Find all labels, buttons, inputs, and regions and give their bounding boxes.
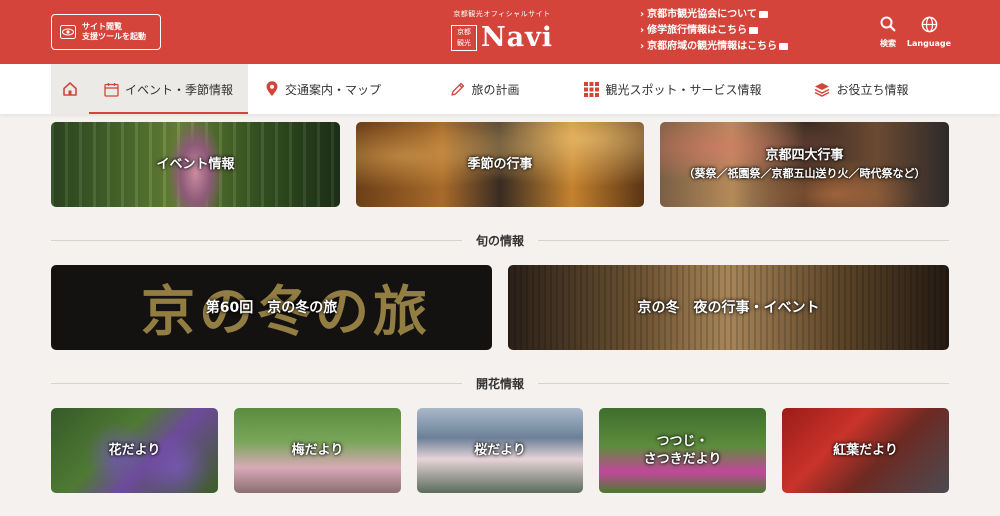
nav-item-label: 観光スポット・サービス情報 — [605, 82, 762, 97]
tile-title: 桜だより — [474, 442, 526, 458]
tile-subtitle: （葵祭／祇園祭／京都五山送り火／時代祭など） — [683, 166, 926, 180]
header-link-label: 京都府域の観光情報はこちら — [647, 41, 778, 52]
divider — [51, 382, 462, 384]
site-header: サイト閲覧 支援ツールを起動 京都観光オフィシャルサイト 京都 観光 Navi … — [0, 0, 1000, 64]
tile-title: 花だより — [108, 442, 161, 458]
tile-title: 京都四大行事 — [765, 147, 844, 163]
header-link-prefecture[interactable]: › 京都府域の観光情報はこちら — [640, 39, 789, 55]
support-label-line2: 支援ツールを起動 — [82, 32, 146, 41]
tile-title: 季節の行事 — [467, 156, 533, 172]
tile-seasonal-events[interactable]: 季節の行事 — [356, 122, 644, 207]
main-nav: イベント・季節情報 交通案内・マップ 旅の計画 観光スポット・サービス情報 お役… — [0, 64, 1000, 114]
tile-flower-news[interactable]: 花だより — [51, 408, 218, 493]
search-label: 検索 — [880, 39, 896, 48]
accessibility-support-button[interactable]: サイト閲覧 支援ツールを起動 — [51, 14, 161, 50]
external-icon — [749, 26, 759, 34]
tile-events[interactable]: イベント情報 — [51, 122, 340, 207]
logo-stamp-line1: 京都 — [456, 27, 471, 36]
nav-item-events[interactable]: イベント・季節情報 — [89, 64, 248, 114]
map-pin-icon — [266, 81, 278, 96]
tile-winter-night-events[interactable]: 京の冬 夜の行事・イベント — [508, 265, 949, 350]
support-label-line1: サイト閲覧 — [82, 22, 122, 31]
stack-icon — [815, 82, 830, 97]
tile-cherry-news[interactable]: 桜だより — [417, 408, 583, 493]
tile-azalea-news[interactable]: つつじ・ さつきだより — [599, 408, 766, 493]
nav-item-label: お役立ち情報 — [836, 82, 909, 97]
header-links: › 京都市観光協会について › 修学旅行情報はこちら › 京都府域の観光情報はこちら — [640, 7, 789, 55]
divider — [538, 239, 950, 241]
globe-icon — [921, 16, 937, 33]
header-link-association[interactable]: › 京都市観光協会について — [640, 7, 788, 23]
logo-stamp-line2: 観光 — [456, 38, 471, 47]
divider — [538, 382, 950, 384]
calendar-icon — [104, 82, 119, 97]
nav-item-access[interactable]: 交通案内・マップ — [248, 64, 398, 114]
language-label: Language — [906, 39, 952, 48]
tile-title-line2: さつきだより — [643, 451, 722, 467]
eye-icon — [60, 25, 76, 39]
external-icon — [779, 42, 789, 50]
tile-title: 梅だより — [291, 442, 344, 458]
tile-four-major-events[interactable]: 京都四大行事 （葵祭／祇園祭／京都五山送り火／時代祭など） — [660, 122, 949, 207]
search-icon — [880, 16, 896, 32]
header-link-label: 修学旅行情報はこちら — [647, 25, 748, 36]
nav-item-label: 交通案内・マップ — [284, 82, 381, 97]
section-heading-seasonal: 旬の情報 — [51, 232, 950, 248]
section-title: 旬の情報 — [476, 233, 525, 248]
language-button[interactable]: Language — [906, 16, 952, 48]
tile-title: 京の冬 夜の行事・イベント — [637, 299, 820, 316]
tile-title-line1: つつじ・ — [656, 433, 709, 449]
support-button-label: サイト閲覧 支援ツールを起動 — [82, 22, 146, 42]
tile-title: イベント情報 — [156, 156, 235, 172]
divider — [51, 239, 462, 241]
tile-winter-trip[interactable]: 京の冬の旅 第60回 京の冬の旅 — [51, 265, 492, 350]
tile-title: 紅葉だより — [833, 442, 898, 458]
nav-item-label: イベント・季節情報 — [124, 82, 233, 97]
site-logo[interactable]: 京都観光オフィシャルサイト 京都 観光 Navi — [450, 9, 554, 55]
nav-item-label: 旅の計画 — [471, 82, 520, 97]
nav-item-spots[interactable]: 観光スポット・サービス情報 — [572, 64, 774, 114]
pencil-icon — [451, 82, 465, 96]
section-title: 開花情報 — [476, 376, 525, 391]
tile-title: 第60回 京の冬の旅 — [205, 299, 338, 316]
logo-wordmark: Navi — [480, 22, 554, 53]
nav-item-useful-info[interactable]: お役立ち情報 — [774, 64, 949, 114]
nav-item-planning[interactable]: 旅の計画 — [398, 64, 572, 114]
logo-kicker: 京都観光オフィシャルサイト — [453, 10, 551, 18]
external-icon — [758, 10, 768, 18]
home-icon — [63, 82, 77, 96]
chevron-right-icon: › — [640, 41, 645, 52]
tile-autumn-leaves-news[interactable]: 紅葉だより — [782, 408, 949, 493]
logo-stamp: 京都 観光 — [450, 24, 477, 51]
chevron-right-icon: › — [640, 9, 645, 20]
grid-icon — [584, 81, 600, 97]
header-link-label: 京都市観光協会について — [647, 9, 757, 20]
chevron-right-icon: › — [640, 25, 645, 36]
search-button[interactable]: 検索 — [876, 16, 900, 49]
header-link-school-trip[interactable]: › 修学旅行情報はこちら — [640, 23, 788, 39]
section-heading-flowers: 開花情報 — [51, 375, 950, 391]
tile-plum-news[interactable]: 梅だより — [234, 408, 401, 493]
home-button[interactable] — [51, 64, 89, 114]
